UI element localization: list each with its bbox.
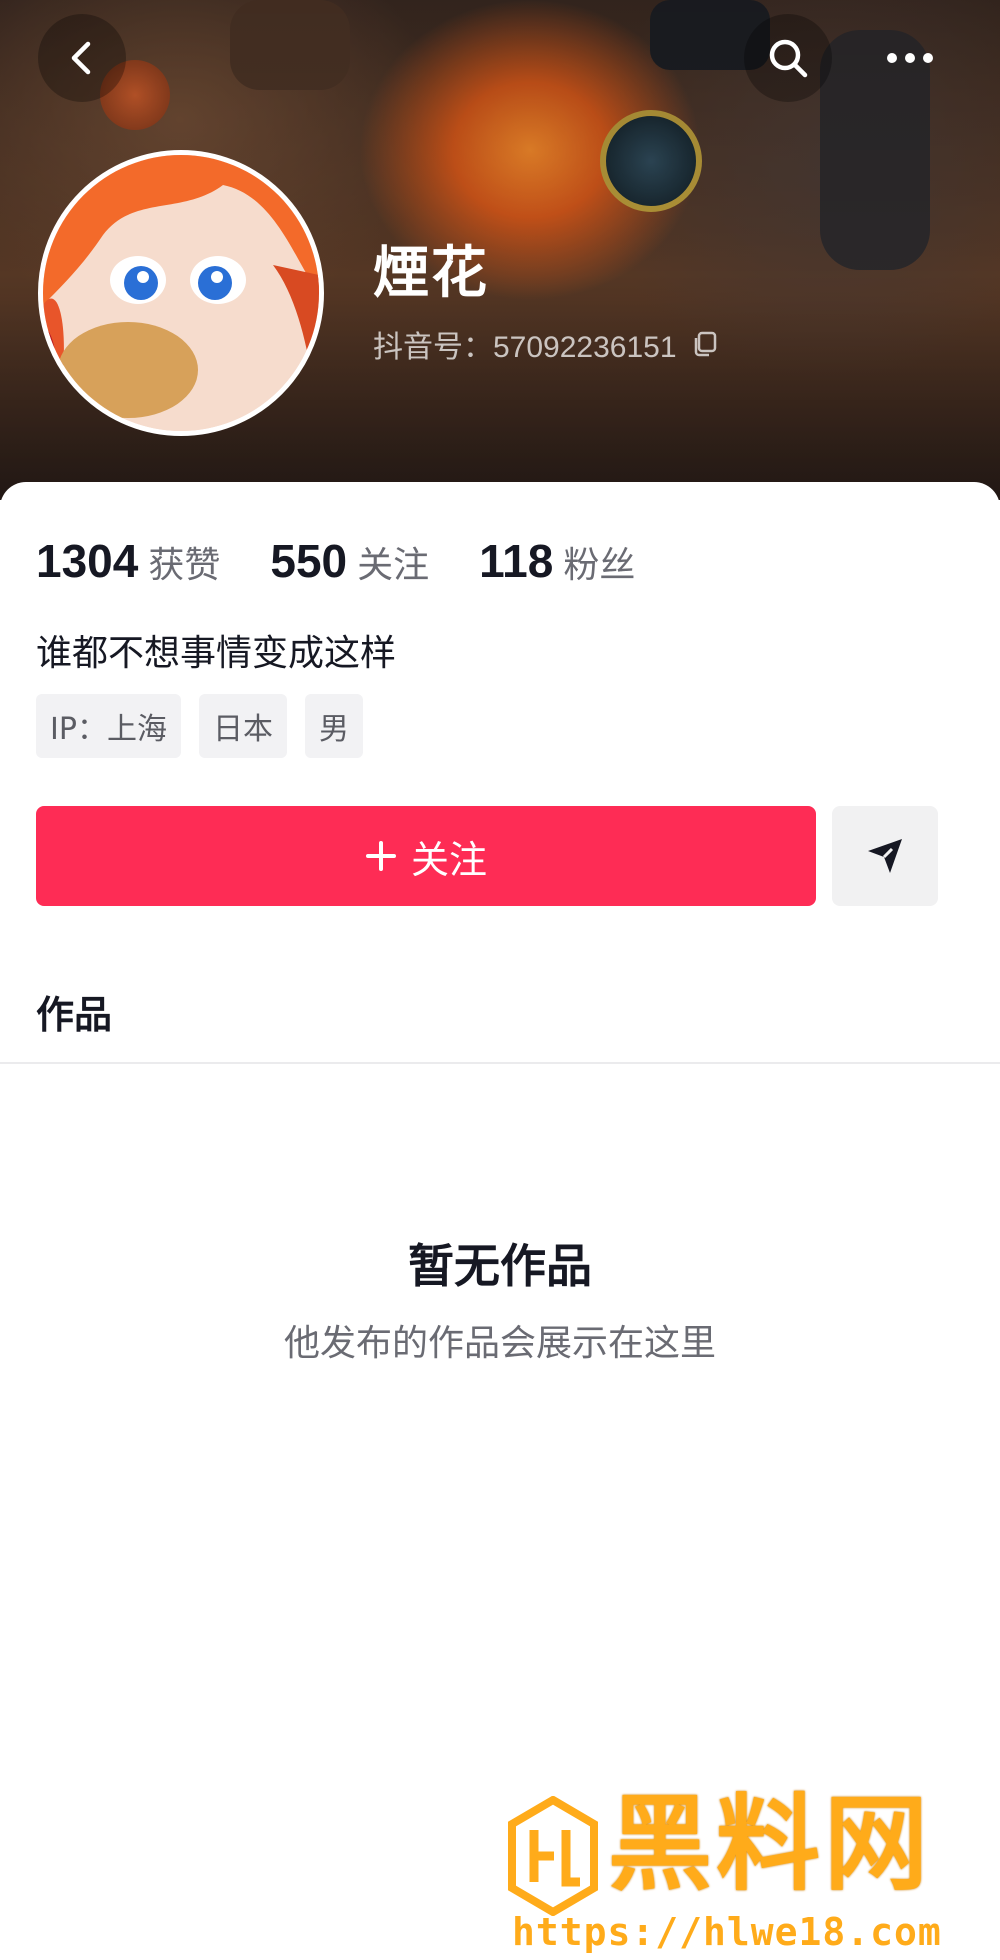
more-button[interactable] <box>866 14 954 102</box>
douyin-id-label: 抖音号： <box>373 331 493 364</box>
stat-label: 获赞 <box>148 545 221 586</box>
watermark-url: https://hlwe18.com <box>512 1910 942 1954</box>
profile-card: 1304 获赞 550 关注 118 粉丝 谁都不想事情变成这样 IP：上海 日… <box>0 482 1000 1960</box>
avatar-image <box>43 155 319 431</box>
stat-label: 关注 <box>357 545 430 586</box>
stat-following[interactable]: 550 关注 <box>270 534 429 588</box>
tag-gender: 男 <box>304 694 363 758</box>
douyin-id: 抖音号：57092236151 <box>373 322 719 366</box>
follow-label: 关注 <box>410 837 487 882</box>
stats-row: 1304 获赞 550 关注 118 粉丝 <box>36 534 635 588</box>
stat-followers[interactable]: 118 粉丝 <box>479 534 635 588</box>
stat-value: 118 <box>479 535 554 587</box>
tab-works[interactable]: 作品 <box>36 984 112 1039</box>
stat-value: 550 <box>270 535 348 587</box>
back-button[interactable] <box>38 14 126 102</box>
avatar[interactable] <box>38 150 324 436</box>
profile-tags: IP：上海 日本 男 <box>36 694 363 758</box>
empty-state-subtitle: 他发布的作品会展示在这里 <box>283 1323 716 1364</box>
watermark-brand: 黑料网 <box>608 1783 933 1905</box>
copy-icon[interactable] <box>691 330 719 358</box>
watermark-logo <box>508 1796 598 1916</box>
tag-ip: IP：上海 <box>36 694 181 758</box>
stat-likes[interactable]: 1304 获赞 <box>36 534 220 588</box>
search-button[interactable] <box>744 14 832 102</box>
message-button[interactable] <box>832 806 938 906</box>
tag-region: 日本 <box>198 694 287 758</box>
watermark: 黑料网 https://hlwe18.com <box>508 1786 978 1956</box>
douyin-id-value: 57092236151 <box>493 331 677 364</box>
back-icon <box>71 41 91 75</box>
follow-button[interactable]: 关注 <box>36 806 816 906</box>
bio: 谁都不想事情变成这样 <box>36 633 397 674</box>
douyin-id-text: 抖音号：57092236151 <box>373 322 677 366</box>
stat-value: 1304 <box>36 535 139 587</box>
stat-label: 粉丝 <box>563 545 636 586</box>
empty-state-title: 暂无作品 <box>408 1239 592 1293</box>
send-icon <box>868 839 902 873</box>
tab-divider <box>0 1062 1000 1064</box>
plus-icon <box>365 841 396 871</box>
more-icon <box>887 53 933 63</box>
nickname: 煙花 <box>373 241 489 306</box>
search-icon <box>769 39 808 78</box>
